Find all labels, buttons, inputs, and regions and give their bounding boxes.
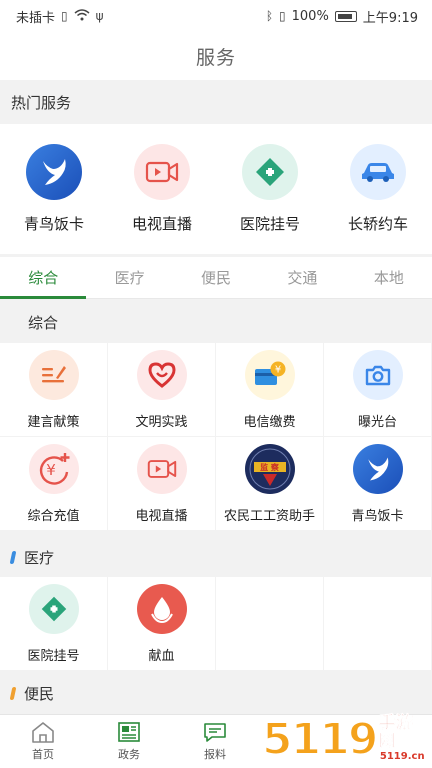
tab-bendi[interactable]: 本地: [346, 257, 432, 298]
service-baoguang[interactable]: 曝光台: [324, 343, 432, 437]
sim-icon: ▯: [61, 9, 68, 23]
hot-services-header: 热门服务: [0, 80, 432, 124]
service-qingniao[interactable]: 青鸟饭卡: [324, 437, 432, 531]
service-label: 曝光台: [357, 414, 397, 430]
nav-label: 首页: [32, 748, 54, 761]
tab-bianmin[interactable]: 便民: [173, 257, 259, 298]
service-jianyan[interactable]: 建言献策: [0, 343, 108, 437]
service-label: 电视直播: [135, 508, 188, 524]
watermark-text: 手游网: [378, 712, 413, 752]
zonghe-grid: 建言献策 文明实践 ¥ 电信缴费 曝光台 ¥ 综合充值 电视直播 监 察 农民工…: [0, 343, 432, 531]
svg-text:¥: ¥: [46, 461, 56, 479]
card-yuan-icon: ¥: [244, 349, 295, 400]
category-tabs: 综合 医疗 便民 交通 本地: [0, 257, 432, 299]
battery-icon: [334, 10, 357, 22]
watermark-number: 5119: [261, 714, 379, 765]
service-nongmingong[interactable]: 监 察 农民工工资助手: [216, 437, 324, 531]
section-title: 综合: [28, 313, 59, 332]
blood-drop-icon: [136, 583, 187, 634]
video-icon: [134, 144, 190, 200]
nav-label: 报料: [204, 748, 226, 761]
newspaper-icon: [118, 722, 140, 742]
video-icon: [136, 443, 187, 494]
service-label: 综合充值: [27, 508, 80, 524]
hot-services-title: 热门服务: [11, 93, 72, 112]
vibrate-icon: ▯: [279, 9, 286, 23]
battery-percent: 100%: [291, 8, 329, 24]
bird-icon: [26, 144, 82, 200]
nav-baoliao[interactable]: 报料: [172, 715, 258, 768]
service-label: 献血: [148, 648, 175, 664]
hot-services-row: 青鸟饭卡 电视直播 医院挂号 长轿约车: [0, 124, 432, 254]
medical-cross-icon: [28, 583, 79, 634]
watermark-logo: 5119 手游网 5119.cn: [261, 708, 432, 768]
tab-zonghe[interactable]: 综合: [0, 257, 87, 299]
heart-icon: [136, 349, 187, 400]
grid-empty-cell: [324, 577, 432, 671]
watermark-domain: 5119.cn: [379, 751, 425, 762]
yiliao-grid: 医院挂号 献血: [0, 577, 432, 671]
wifi-icon: [74, 8, 90, 24]
service-chongzhi[interactable]: ¥ 综合充值: [0, 437, 108, 531]
hot-item-label: 电视直播: [131, 215, 192, 233]
home-icon: [32, 722, 54, 743]
service-xianxue[interactable]: 献血: [108, 577, 216, 671]
hot-item-car[interactable]: 长轿约车: [324, 144, 432, 234]
medical-cross-icon: [242, 144, 298, 200]
service-wenming[interactable]: 文明实践: [108, 343, 216, 437]
hot-item-label: 青鸟饭卡: [23, 215, 84, 233]
car-icon: [350, 144, 406, 200]
section-bianmin-header: 便民: [0, 673, 432, 713]
carrier-text: 未插卡: [16, 10, 56, 26]
page-title: 服务: [195, 46, 236, 69]
section-title: 医疗: [24, 548, 55, 567]
pen-icon: [28, 349, 79, 400]
service-label: 医院挂号: [27, 648, 80, 664]
section-yiliao-header: 医疗: [0, 537, 432, 577]
yuan-plus-icon: ¥: [28, 443, 79, 494]
grid-empty-cell: [216, 577, 324, 671]
hot-item-qingniao[interactable]: 青鸟饭卡: [0, 144, 108, 234]
section-marker: [9, 550, 17, 564]
section-title: 便民: [24, 684, 55, 703]
section-marker: [9, 686, 17, 700]
usb-icon: ψ: [95, 9, 104, 23]
service-label: 农民工工资助手: [223, 508, 315, 524]
clock: 上午9:19: [362, 10, 418, 26]
hot-item-hospital[interactable]: 医院挂号: [216, 144, 324, 234]
service-label: 青鸟饭卡: [351, 508, 404, 524]
tab-jiaotong[interactable]: 交通: [259, 257, 345, 298]
badge-text: 监 察: [260, 463, 279, 472]
badge-icon: 监 察: [244, 443, 295, 494]
page-title-bar: 服务: [0, 32, 432, 80]
nav-label: 政务: [118, 748, 140, 761]
service-label: 文明实践: [135, 414, 188, 430]
camera-icon: [352, 349, 403, 400]
service-label: 电信缴费: [243, 414, 296, 430]
nav-home[interactable]: 首页: [0, 715, 86, 768]
section-zonghe-header: 综合: [0, 301, 432, 343]
hot-item-tv-live[interactable]: 电视直播: [108, 144, 216, 234]
hot-item-label: 长轿约车: [347, 215, 408, 233]
service-dianxin[interactable]: ¥ 电信缴费: [216, 343, 324, 437]
bluetooth-icon: ᛒ: [265, 9, 274, 23]
service-label: 建言献策: [27, 414, 80, 430]
service-tv-live[interactable]: 电视直播: [108, 437, 216, 531]
bird-icon: [352, 443, 403, 494]
svg-text:¥: ¥: [274, 364, 280, 375]
hot-item-label: 医院挂号: [239, 215, 300, 233]
status-bar: 未插卡 ▯ ψ ᛒ ▯ 100% 上午9:19: [0, 0, 432, 32]
chat-icon: [204, 723, 226, 742]
tab-yiliao[interactable]: 医疗: [86, 257, 172, 298]
service-hospital[interactable]: 医院挂号: [0, 577, 108, 671]
nav-zhengwu[interactable]: 政务: [86, 715, 172, 768]
